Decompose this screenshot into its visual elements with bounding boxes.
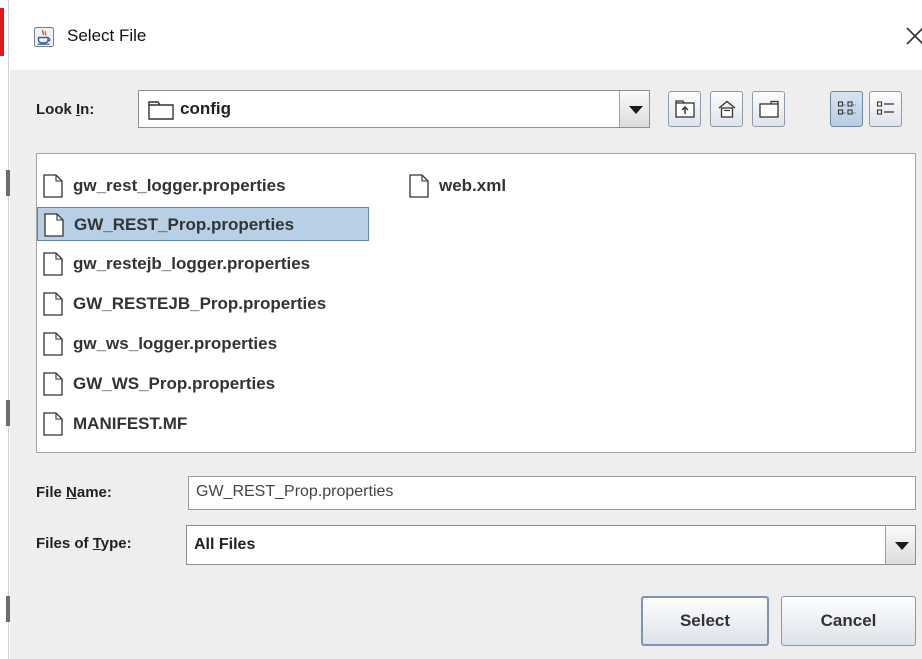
file-name: GW_RESTEJB_Prop.properties: [73, 294, 327, 313]
file-icon: [43, 412, 63, 436]
details-view-icon: [876, 101, 894, 115]
cancel-button[interactable]: Cancel: [781, 596, 916, 646]
file-icon: [44, 213, 64, 237]
dialog-titlebar[interactable]: Select File: [10, 0, 922, 70]
file-icon: [43, 252, 63, 276]
files-of-type-combobox[interactable]: All Files: [186, 525, 916, 565]
java-cup-icon: [34, 27, 54, 47]
home-icon: [718, 100, 736, 118]
file-item[interactable]: MANIFEST.MF: [37, 407, 257, 441]
file-list[interactable]: gw_rest_logger.properties GW_REST_Prop.p…: [36, 153, 916, 453]
file-item[interactable]: GW_WS_Prop.properties: [37, 367, 377, 401]
list-view-icon: [837, 101, 856, 115]
file-name: GW_WS_Prop.properties: [73, 374, 276, 393]
file-name-field[interactable]: GW_REST_Prop.properties: [188, 476, 916, 510]
background-window-edge: [8, 0, 9, 659]
file-name: gw_restejb_logger.properties: [73, 254, 311, 273]
file-name: gw_ws_logger.properties: [73, 334, 278, 353]
file-icon: [43, 174, 63, 198]
list-view-button[interactable]: [830, 91, 863, 127]
file-icon: [409, 174, 429, 198]
file-icon: [43, 372, 63, 396]
up-one-level-button[interactable]: [668, 91, 701, 127]
file-name: gw_rest_logger.properties: [73, 176, 286, 195]
look-in-value: config: [180, 99, 231, 118]
file-name: web.xml: [439, 176, 507, 195]
file-icon: [43, 292, 63, 316]
files-of-type-label: Files of Type:: [36, 535, 132, 552]
new-folder-icon: [759, 100, 779, 118]
background-window-accent: [0, 8, 4, 56]
new-folder-button[interactable]: [752, 91, 785, 127]
file-name: MANIFEST.MF: [73, 414, 188, 433]
close-icon[interactable]: [901, 22, 922, 50]
file-item-selected[interactable]: GW_REST_Prop.properties: [37, 207, 369, 241]
home-button[interactable]: [710, 91, 743, 127]
look-in-label: Look In:: [36, 101, 95, 118]
files-of-type-value: All Files: [194, 536, 256, 553]
file-item[interactable]: gw_rest_logger.properties: [37, 169, 397, 203]
file-name-value: GW_REST_Prop.properties: [196, 483, 394, 500]
file-icon: [43, 332, 63, 356]
file-name-label: File Name:: [36, 484, 112, 501]
select-button[interactable]: Select: [641, 596, 769, 646]
folder-icon: [148, 101, 174, 120]
file-item[interactable]: gw_ws_logger.properties: [37, 327, 377, 361]
chevron-down-icon[interactable]: [619, 91, 649, 127]
dialog-title: Select File: [67, 26, 147, 45]
details-view-button[interactable]: [869, 91, 902, 127]
up-folder-icon: [675, 100, 695, 118]
look-in-combobox[interactable]: config: [138, 90, 650, 128]
file-name: GW_REST_Prop.properties: [74, 215, 295, 234]
file-item[interactable]: gw_restejb_logger.properties: [37, 247, 417, 281]
file-item[interactable]: web.xml: [403, 169, 583, 203]
chevron-down-icon[interactable]: [885, 526, 915, 564]
file-item[interactable]: GW_RESTEJB_Prop.properties: [37, 287, 417, 321]
